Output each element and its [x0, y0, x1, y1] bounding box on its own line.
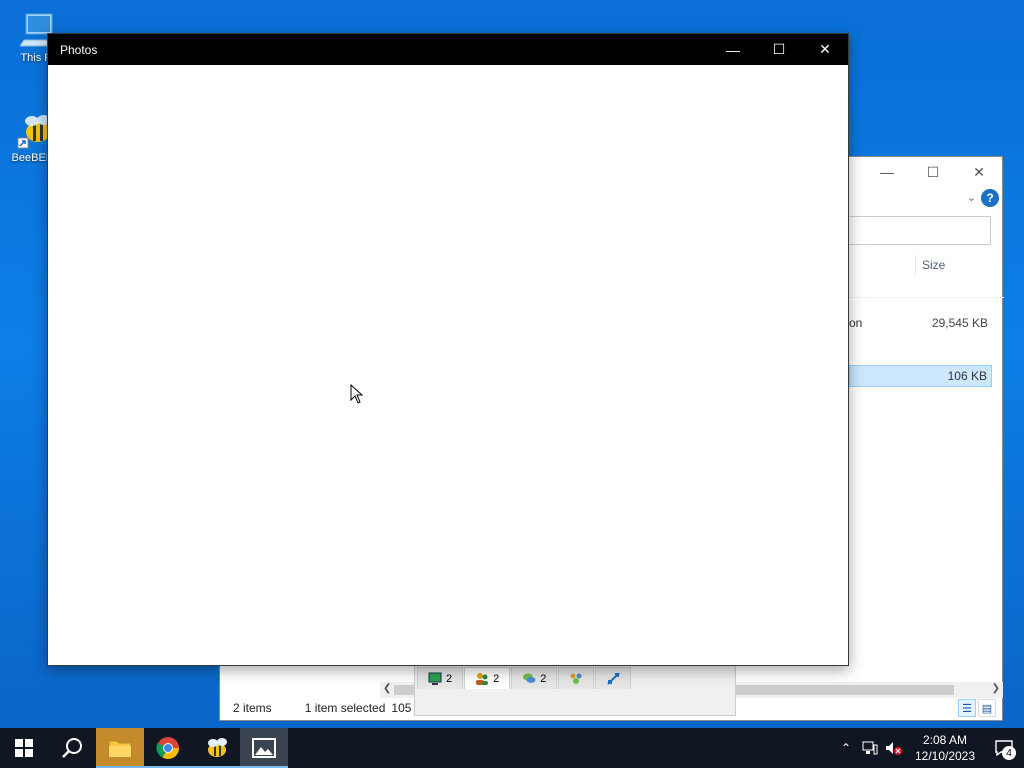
windows-icon	[15, 739, 33, 757]
tab-chats[interactable]: 2	[511, 667, 558, 689]
network-icon[interactable]	[858, 741, 882, 755]
help-icon[interactable]: ?	[981, 189, 999, 207]
details-view-icon[interactable]: ☰	[958, 699, 976, 717]
taskbar-chrome[interactable]	[144, 728, 192, 768]
group-icon	[570, 673, 582, 684]
mouse-cursor-icon	[350, 383, 364, 407]
explorer-window-controls: — ☐ ✕	[864, 157, 1002, 187]
tab-users[interactable]: 2	[464, 667, 511, 689]
chevron-up-icon[interactable]: ⌃	[834, 741, 858, 755]
volume-muted-icon[interactable]	[882, 741, 906, 755]
start-button[interactable]	[0, 728, 48, 768]
photo-canvas[interactable]	[48, 65, 848, 665]
chevron-down-icon[interactable]: ⌄	[967, 191, 976, 204]
maximize-icon[interactable]: ☐	[910, 157, 956, 187]
tab-files[interactable]	[595, 667, 632, 689]
file-type-text: on	[849, 316, 863, 330]
folder-icon	[108, 740, 132, 758]
search-icon	[62, 738, 82, 758]
photos-icon	[252, 738, 276, 758]
status-selected: 1 item selected	[304, 701, 386, 715]
selected-file-row[interactable]: 106 KB	[849, 365, 992, 387]
share-icon	[607, 672, 621, 685]
tab-count: 2	[446, 672, 453, 685]
chevron-left-icon[interactable]: ❮	[383, 683, 391, 694]
tab-count: 2	[540, 672, 547, 685]
chrome-icon	[156, 737, 179, 759]
bee-icon	[208, 738, 227, 757]
large-icons-view-icon[interactable]: ▤	[978, 699, 996, 717]
search-button[interactable]	[48, 728, 96, 768]
window-title: Photos	[60, 42, 98, 57]
taskbar: ⌃ 2:08 AM 12/10/2023 4	[0, 728, 1024, 768]
maximize-icon[interactable]: ☐	[756, 34, 802, 65]
tab-count: 2	[493, 672, 500, 685]
photos-titlebar[interactable]: Photos — ☐ ✕	[48, 34, 848, 65]
view-toggle: ☰ ▤	[958, 699, 996, 717]
chat-icon	[523, 673, 536, 683]
action-center-button[interactable]: 4	[984, 728, 1024, 768]
taskbar-beebeep[interactable]	[192, 728, 240, 768]
minimize-icon[interactable]: —	[710, 34, 756, 65]
tab-computers[interactable]: 2	[417, 667, 464, 689]
close-icon[interactable]: ✕	[956, 157, 1002, 187]
users-icon	[476, 672, 489, 685]
divider	[849, 297, 1004, 298]
clock-time: 2:08 AM	[922, 733, 968, 747]
column-header-size[interactable]: Size	[915, 255, 995, 275]
clock[interactable]: 2:08 AM 12/10/2023	[906, 732, 984, 764]
beebeep-panel: 2 2 2	[414, 664, 736, 716]
file-size-text: 106 KB	[947, 369, 987, 383]
tab-groups[interactable]	[558, 667, 595, 689]
search-box[interactable]	[845, 216, 991, 245]
system-tray: ⌃ 2:08 AM 12/10/2023 4	[834, 728, 1024, 768]
clock-date: 12/10/2023	[914, 749, 976, 763]
file-size-text: 29,545 KB	[931, 316, 988, 330]
taskbar-photos[interactable]	[240, 728, 288, 768]
close-icon[interactable]: ✕	[802, 34, 848, 65]
computer-icon	[428, 672, 442, 685]
status-item-count: 2 items	[233, 701, 272, 715]
notification-count-badge: 4	[1002, 746, 1016, 760]
beebeep-tabs: 2 2 2	[415, 665, 735, 689]
chevron-right-icon[interactable]: ❯	[992, 683, 1000, 694]
photos-window: Photos — ☐ ✕	[47, 33, 849, 666]
minimize-icon[interactable]: —	[864, 157, 910, 187]
taskbar-file-explorer[interactable]	[96, 728, 144, 768]
